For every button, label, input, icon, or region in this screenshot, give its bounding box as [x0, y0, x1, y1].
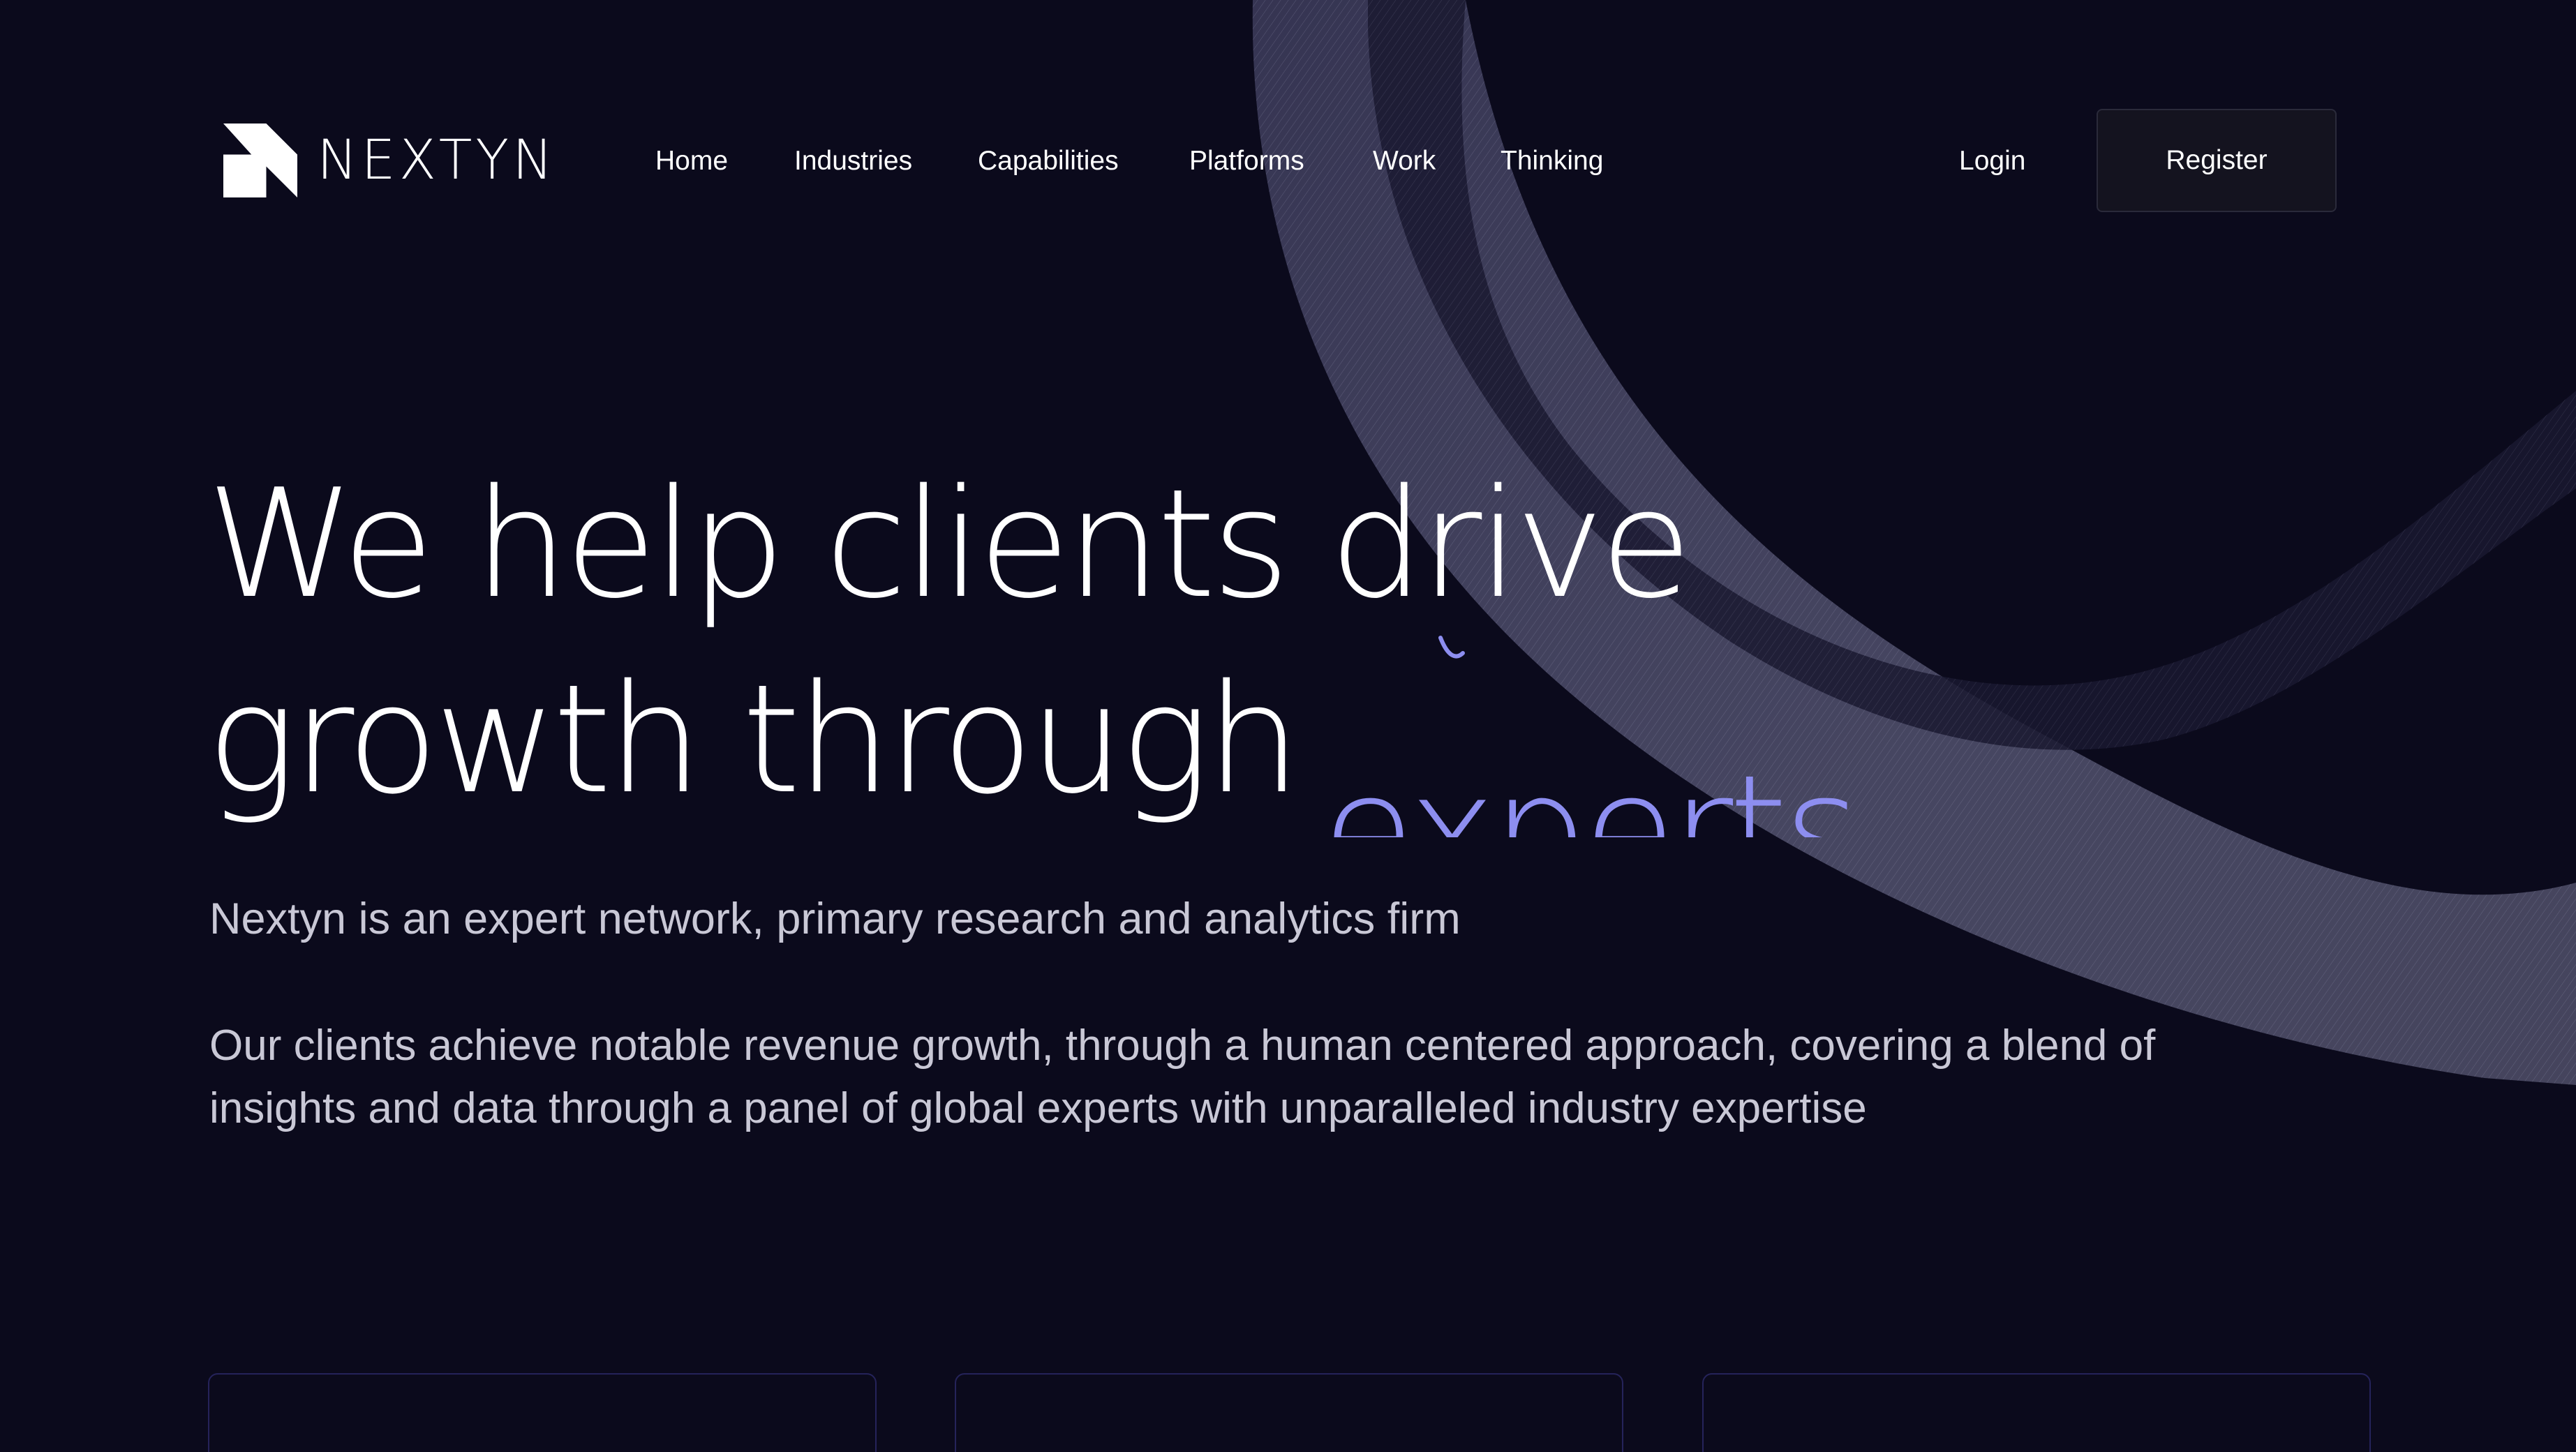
nav-item-platforms[interactable]: Platforms	[1189, 145, 1304, 177]
feature-card-3[interactable]	[1702, 1373, 2371, 1452]
brand-logo-link[interactable]: NEXTYN	[223, 122, 556, 199]
login-link[interactable]: Login	[1959, 145, 2025, 177]
nav-item-capabilities[interactable]: Capabilities	[978, 145, 1119, 177]
feature-card-2[interactable]	[955, 1373, 1623, 1452]
card-1-icon	[328, 1444, 370, 1452]
nav-item-industries[interactable]: Industries	[794, 145, 912, 177]
hero-subtitle: Nextyn is an expert network, primary res…	[209, 895, 1461, 943]
rotating-word: experts	[1322, 742, 1853, 837]
nextyn-logo-icon	[223, 124, 297, 197]
hero-title-line-2-text: growth through	[207, 652, 1301, 827]
hero-title: We help clients drive growth through expe…	[207, 447, 1852, 837]
page: NEXTYN Home Industries Capabilities Plat…	[0, 0, 2576, 1452]
rotating-word-exit-fragment	[1438, 636, 1465, 659]
brand-name: NEXTYN	[317, 129, 557, 192]
nav-item-work[interactable]: Work	[1373, 145, 1436, 177]
nav-item-thinking[interactable]: Thinking	[1501, 145, 1603, 177]
rotating-word-window: experts	[1322, 642, 1852, 837]
card-3-icon	[1808, 1444, 1878, 1452]
hero-title-line-1: We help clients drive	[207, 456, 1692, 631]
card-2-icon	[1075, 1444, 1117, 1452]
feature-card-1[interactable]	[208, 1373, 877, 1452]
hero-title-line-2: growth through experts	[207, 642, 1852, 837]
nav-item-home[interactable]: Home	[655, 145, 728, 177]
hero-description: Our clients achieve notable revenue grow…	[209, 1021, 2156, 1132]
site-header: NEXTYN Home Industries Capabilities Plat…	[0, 0, 2576, 212]
register-button[interactable]: Register	[2097, 109, 2337, 212]
